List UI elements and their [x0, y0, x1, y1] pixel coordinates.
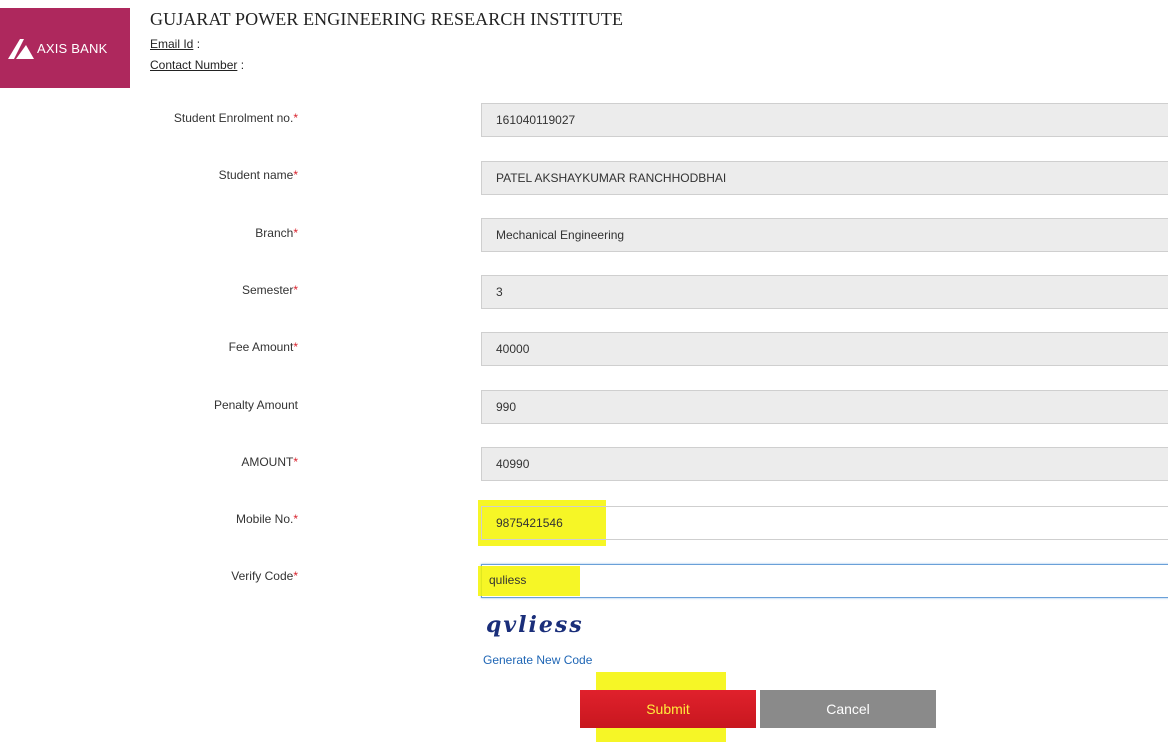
submit-label: Submit	[646, 701, 690, 717]
mobile-field[interactable]: 9875421546	[481, 506, 1168, 540]
branch-field[interactable]: Mechanical Engineering	[481, 218, 1168, 252]
semester-label: Semester*	[241, 283, 298, 297]
verify-code-field[interactable]	[481, 564, 1168, 598]
verify-code-value: quliess	[489, 573, 527, 587]
generate-new-code-link[interactable]: Generate New Code	[483, 653, 592, 667]
enrolment-label: Student Enrolment no.*	[173, 111, 298, 125]
captcha-image: qvliess	[486, 612, 584, 638]
student-name-field[interactable]: PATEL AKSHAYKUMAR RANCHHODBHAI	[481, 161, 1168, 195]
contact-label: Contact Number	[150, 58, 238, 72]
axis-bank-logo: AXIS BANK	[0, 8, 130, 88]
mobile-label: Mobile No.*	[235, 512, 298, 526]
amount-field[interactable]: 40990	[481, 447, 1168, 481]
verify-code-label: Verify Code*	[231, 569, 298, 583]
branch-label: Branch*	[255, 226, 298, 240]
logo-text: AXIS BANK	[37, 41, 108, 56]
email-label: Email Id	[150, 37, 194, 51]
amount-label: AMOUNT*	[241, 455, 298, 469]
penalty-amount-field[interactable]: 990	[481, 390, 1168, 424]
submit-button[interactable]: Submit	[580, 690, 756, 728]
contact-line: Contact Number :	[150, 58, 245, 72]
email-line: Email Id :	[150, 37, 201, 51]
institute-name: GUJARAT POWER ENGINEERING RESEARCH INSTI…	[150, 9, 624, 29]
axis-logo-icon	[8, 39, 34, 59]
fee-amount-label: Fee Amount*	[228, 340, 298, 354]
cancel-button[interactable]: Cancel	[760, 690, 936, 728]
penalty-amount-label: Penalty Amount	[213, 398, 298, 412]
semester-field[interactable]: 3	[481, 275, 1168, 309]
student-name-label: Student name*	[218, 168, 298, 182]
fee-amount-field[interactable]: 40000	[481, 332, 1168, 366]
enrolment-field[interactable]: 161040119027	[481, 103, 1168, 137]
